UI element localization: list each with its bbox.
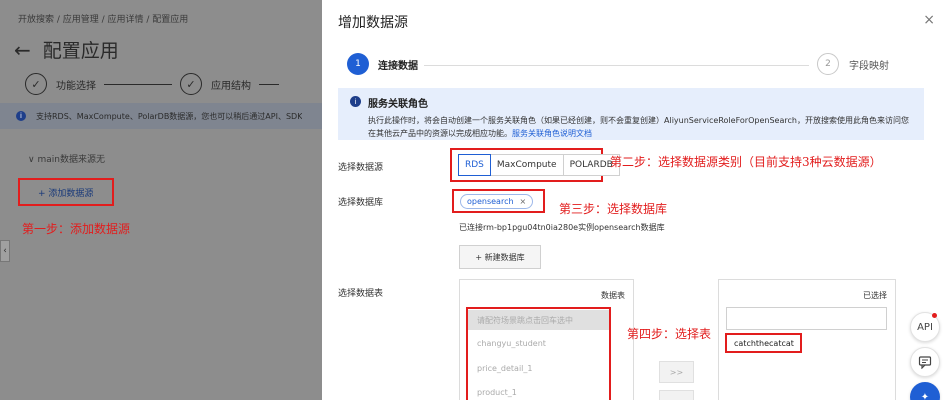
info-icon: i bbox=[16, 111, 26, 121]
title-row: ← 配置应用 bbox=[14, 36, 119, 63]
datasource-type-label: 选择数据源 bbox=[338, 163, 384, 173]
step-function-select: 功能选择 bbox=[56, 80, 96, 92]
background-page: 开放搜索 / 应用管理 / 应用详情 / 配置应用 ← 配置应用 ✓ 功能选择 … bbox=[0, 0, 322, 400]
back-arrow-icon[interactable]: ← bbox=[14, 40, 31, 60]
connected-status: 已连接rm-bp1pgu04tn0ia280e实例opensearch数据库 bbox=[459, 223, 665, 232]
new-database-button[interactable]: + 新建数据库 bbox=[459, 245, 541, 269]
collapse-handle-icon[interactable]: ‹ bbox=[0, 240, 10, 262]
info-bar: i 支持RDS、MaxCompute、PolarDB数据源，您也可以稍后通过AP… bbox=[0, 103, 322, 129]
main-datasource-label: main数据来源无 bbox=[37, 155, 105, 165]
chat-icon[interactable] bbox=[910, 347, 940, 377]
breadcrumb: 开放搜索 / 应用管理 / 应用详情 / 配置应用 bbox=[18, 15, 189, 25]
transfer-right-button[interactable]: >> bbox=[659, 361, 694, 383]
step-divider bbox=[104, 83, 172, 85]
drawer-step-1: 1 连接数据 bbox=[347, 53, 418, 75]
annotation-step4: 第四步：选择表 bbox=[627, 327, 712, 341]
assistant-icon[interactable]: ✦ bbox=[910, 382, 940, 400]
annotation-step1: 第一步：添加数据源 bbox=[22, 222, 131, 236]
drawer-step-2: 2 字段映射 bbox=[817, 53, 889, 75]
step-label: 连接数据 bbox=[378, 60, 418, 72]
step-number: 2 bbox=[817, 53, 839, 75]
annotation-step2: 第二步：选择数据源类别（目前支持3种云数据源） bbox=[610, 155, 882, 169]
notice-text: 执行此操作时，将会自动创建一个服务关联角色（如果已经创建，则不会重复创建）Ali… bbox=[368, 116, 909, 138]
notice-doc-link[interactable]: 服务关联角色说明文档 bbox=[512, 129, 592, 138]
api-label: API bbox=[917, 321, 933, 333]
database-selector: opensearch × bbox=[452, 189, 545, 213]
table-label: 选择数据表 bbox=[338, 289, 384, 299]
step-divider bbox=[259, 83, 279, 85]
notice-title: 服务关联角色 bbox=[368, 99, 428, 110]
table-selection-highlight bbox=[466, 307, 611, 400]
table-panel-header: 数据表 bbox=[601, 291, 625, 300]
datasource-type-rds[interactable]: RDS bbox=[458, 154, 491, 176]
selected-search-input[interactable] bbox=[726, 307, 887, 330]
service-role-notice: i 服务关联角色 执行此操作时，将会自动创建一个服务关联角色（如果已经创建，则不… bbox=[338, 88, 924, 140]
add-datasource-drawer: 增加数据源 × 1 连接数据 2 字段映射 i 服务关联角色 执行此操作时，将会… bbox=[322, 0, 947, 400]
transfer-left-button[interactable] bbox=[659, 390, 694, 400]
step-app-structure: 应用结构 bbox=[211, 80, 251, 92]
annotation-step3: 第三步：选择数据库 bbox=[559, 202, 668, 216]
close-icon[interactable]: × bbox=[923, 12, 935, 28]
step-divider bbox=[424, 65, 809, 66]
database-tag-label: opensearch bbox=[467, 196, 514, 206]
datasource-type-selector: RDS MaxCompute POLARDB bbox=[450, 148, 620, 182]
check-icon: ✓ bbox=[180, 73, 202, 95]
notice-body: 执行此操作时，将会自动创建一个服务关联角色（如果已经创建，则不会重复创建）Ali… bbox=[368, 114, 914, 140]
check-icon: ✓ bbox=[25, 73, 47, 95]
step-number: 1 bbox=[347, 53, 369, 75]
add-datasource-button[interactable]: + 添加数据源 bbox=[18, 178, 114, 206]
selected-table-item[interactable]: catchthecatcat bbox=[725, 333, 802, 353]
database-label: 选择数据库 bbox=[338, 198, 384, 208]
close-icon[interactable]: × bbox=[520, 197, 527, 206]
drawer-title: 增加数据源 bbox=[338, 15, 408, 31]
info-icon: i bbox=[350, 96, 361, 107]
selected-panel-header: 已选择 bbox=[863, 291, 887, 300]
datasource-type-maxcompute[interactable]: MaxCompute bbox=[489, 154, 564, 176]
api-float-button[interactable]: API bbox=[910, 312, 940, 342]
main-datasource-row[interactable]: ∨ main数据来源无 bbox=[28, 152, 105, 165]
notification-dot bbox=[932, 313, 937, 318]
info-text: 支持RDS、MaxCompute、PolarDB数据源，您也可以稍后通过API、… bbox=[36, 111, 303, 121]
config-steps: ✓ 功能选择 ✓ 应用结构 bbox=[25, 73, 287, 95]
page-title: 配置应用 bbox=[42, 40, 119, 62]
database-tag[interactable]: opensearch × bbox=[460, 193, 534, 209]
step-label: 字段映射 bbox=[849, 60, 889, 72]
